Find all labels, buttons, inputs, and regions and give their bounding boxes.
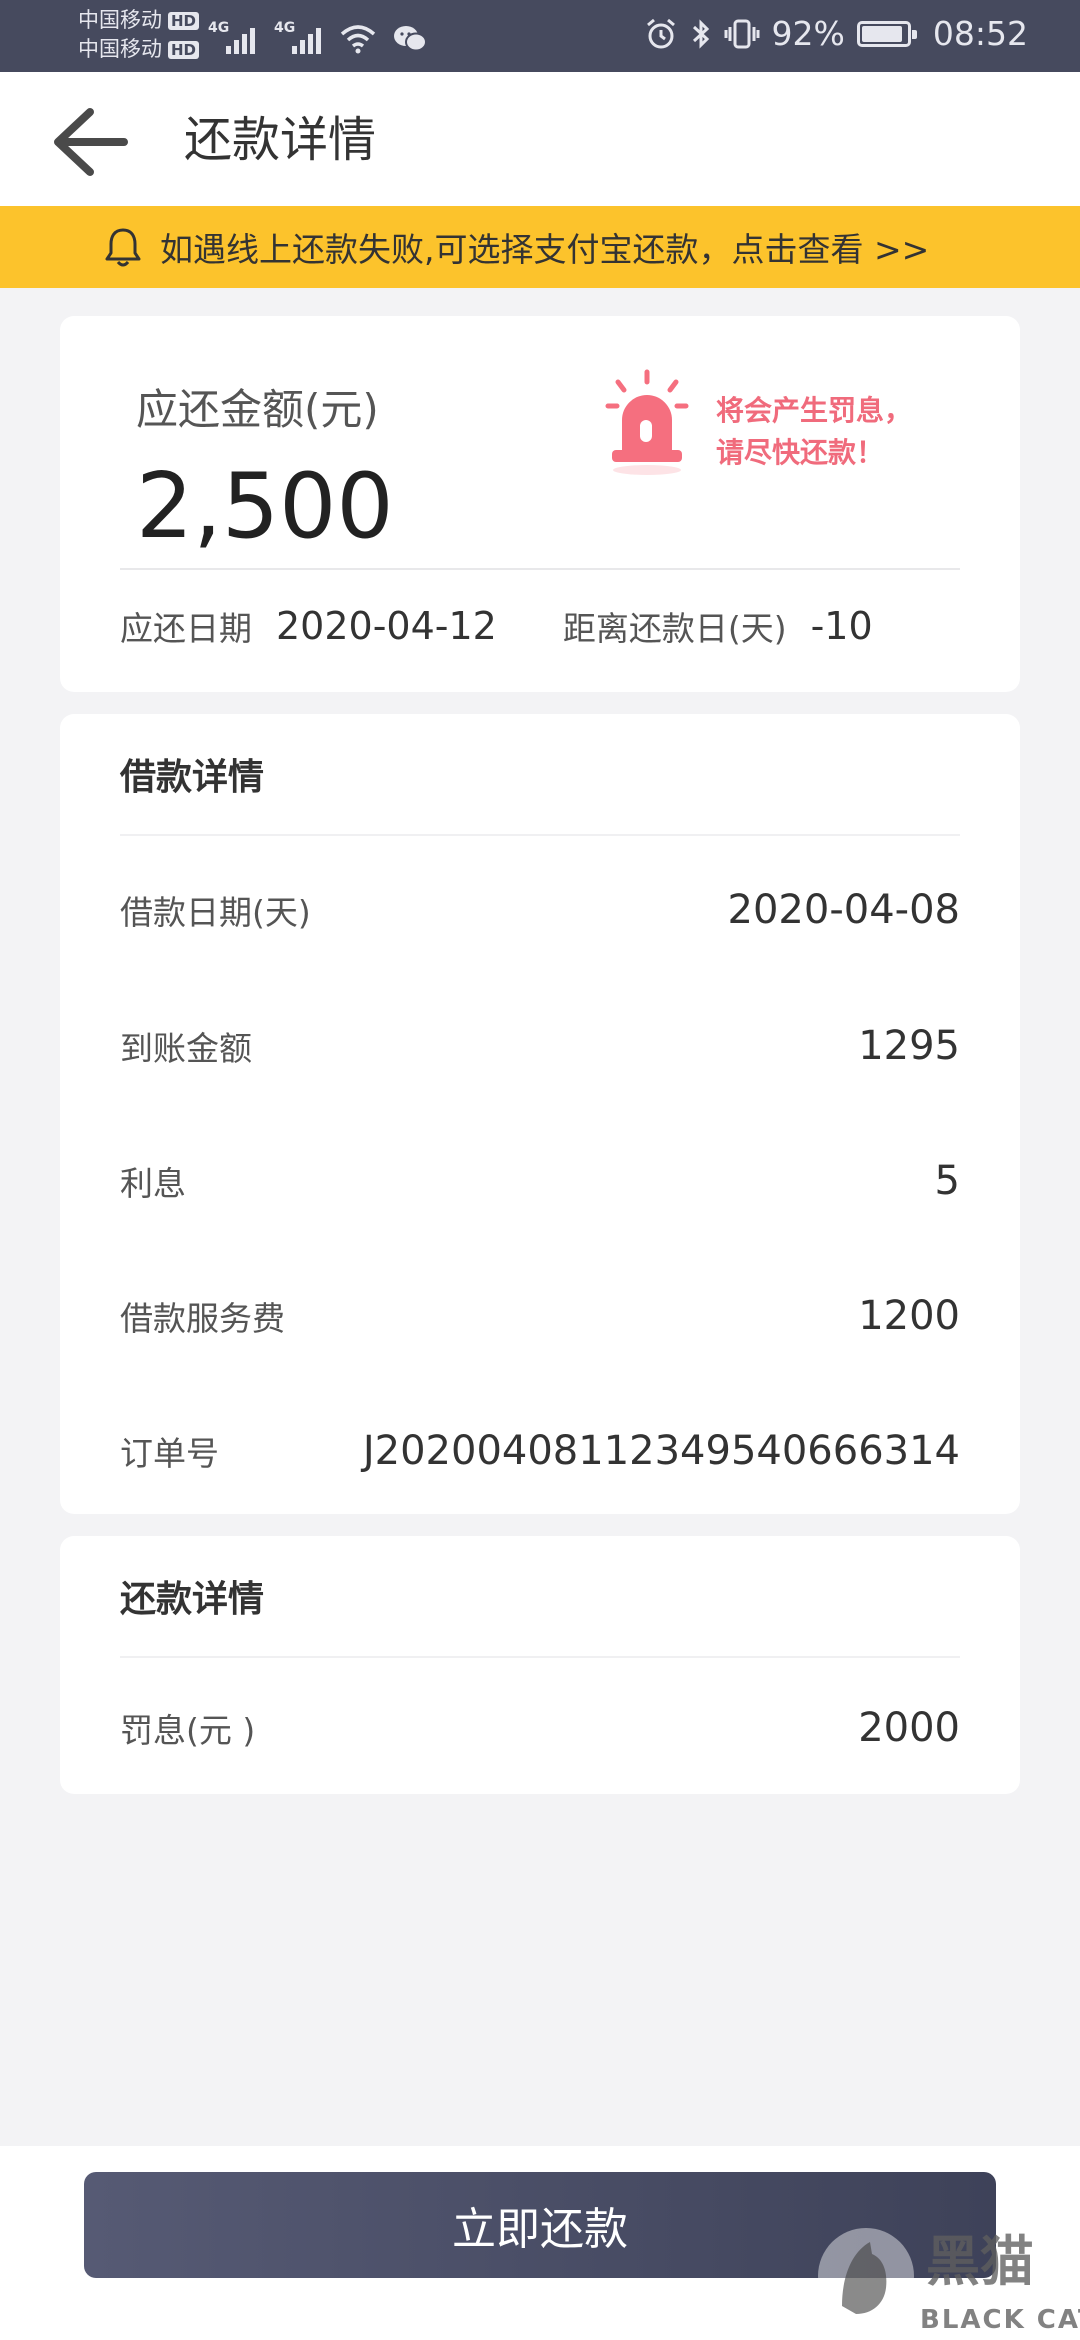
detail-value: 1200	[858, 1293, 960, 1339]
penalty-warning: 将会产生罚息， 请尽快还款！	[716, 390, 912, 474]
watermark-en-text: BLACK CAT	[920, 2305, 1080, 2335]
divider	[120, 568, 960, 570]
alarm-clock-icon	[646, 18, 675, 48]
detail-value: J202004081123495406663​14	[362, 1428, 960, 1474]
vibrate-icon	[724, 19, 760, 48]
repay-details-header: 还款详情	[120, 1536, 960, 1658]
detail-value: 1295	[858, 1023, 960, 1069]
detail-label: 借款服务费	[120, 1299, 285, 1338]
wifi-icon	[340, 25, 376, 54]
hd-badge: HD	[168, 11, 200, 30]
detail-value: 2020-04-08	[727, 887, 960, 933]
detail-label: 借款日期(天)	[120, 893, 311, 932]
detail-value: 2000	[858, 1705, 960, 1751]
bluetooth-icon	[692, 18, 709, 49]
app-header: 还款详情	[0, 72, 1080, 206]
amount-due-label: 应还金额(元)	[136, 385, 379, 434]
detail-label: 利息	[120, 1164, 186, 1203]
detail-row-interest: 利息 5	[120, 1141, 960, 1221]
repayment-detail-screen: 中国移动 HD 中国移动 HD 4G 4G 92% 08:52 还款详情 如遇线…	[0, 0, 1080, 2340]
signal-icon: 4G	[208, 18, 258, 54]
signal-icon: 4G	[274, 18, 324, 54]
detail-row-order-number: 订单号 J202004081123495406663​14	[120, 1411, 960, 1491]
section-title: 借款详情	[120, 757, 265, 798]
wechat-icon	[394, 26, 427, 52]
due-date-value: 2020-04-12	[276, 604, 497, 648]
detail-row-received-amount: 到账金额 1295	[120, 1006, 960, 1086]
battery-percent: 92%	[771, 14, 845, 53]
loan-details-header: 借款详情	[120, 714, 960, 836]
status-right: 92% 08:52	[644, 14, 1028, 53]
arrow-left-icon[interactable]	[50, 104, 130, 180]
due-date-row: 应还日期 2020-04-12 距离还款日(天) -10	[120, 586, 960, 666]
signal-group: 4G 4G	[208, 14, 428, 54]
days-to-due-label: 距离还款日(天)	[562, 609, 787, 648]
repay-details-card: 还款详情 罚息(元 ) 2000	[60, 1536, 1020, 1794]
hd-badge: HD	[168, 40, 200, 59]
bell-icon	[105, 228, 141, 267]
carrier-2-label: 中国移动	[78, 37, 162, 61]
loan-details-card: 借款详情 借款日期(天) 2020-04-08 到账金额 1295 利息 5 借…	[60, 714, 1020, 1514]
black-cat-watermark: 黑猫 BLACK CAT	[818, 2228, 1080, 2335]
due-date-label: 应还日期	[120, 609, 252, 648]
detail-row-loan-date: 借款日期(天) 2020-04-08	[120, 870, 960, 950]
detail-row-penalty: 罚息(元 ) 2000	[120, 1688, 960, 1768]
amount-due-value: 2,500	[136, 454, 394, 559]
carrier-info: 中国移动 HD 中国移动 HD	[78, 6, 200, 64]
battery-icon	[856, 20, 917, 47]
notice-text: 如遇线上还款失败,可选择支付宝还款，点击查看 >>	[160, 230, 930, 269]
detail-label: 罚息(元 )	[120, 1711, 256, 1750]
alipay-notice-banner[interactable]: 如遇线上还款失败,可选择支付宝还款，点击查看 >>	[0, 206, 1080, 288]
page-title: 还款详情	[184, 112, 377, 168]
penalty-warning-line-2: 请尽快还款！	[716, 436, 885, 469]
detail-value: 5	[934, 1158, 960, 1204]
siren-icon	[605, 369, 689, 475]
detail-label: 订单号	[120, 1434, 219, 1473]
detail-label: 到账金额	[120, 1029, 252, 1068]
watermark-cn-text: 黑猫	[926, 2230, 1034, 2293]
carrier-1-label: 中国移动	[78, 8, 162, 32]
section-title: 还款详情	[120, 1579, 265, 1620]
status-bar: 中国移动 HD 中国移动 HD 4G 4G 92% 08:52	[0, 0, 1080, 72]
clock-time: 08:52	[932, 14, 1028, 53]
amount-due-card: 应还金额(元) 2,500 将会产生罚息， 请尽快还款！ 应还日期 2020-0…	[60, 316, 1020, 692]
days-to-due-value: -10	[810, 604, 873, 648]
penalty-warning-line-1: 将会产生罚息，	[716, 394, 913, 427]
detail-row-service-fee: 借款服务费 1200	[120, 1276, 960, 1356]
